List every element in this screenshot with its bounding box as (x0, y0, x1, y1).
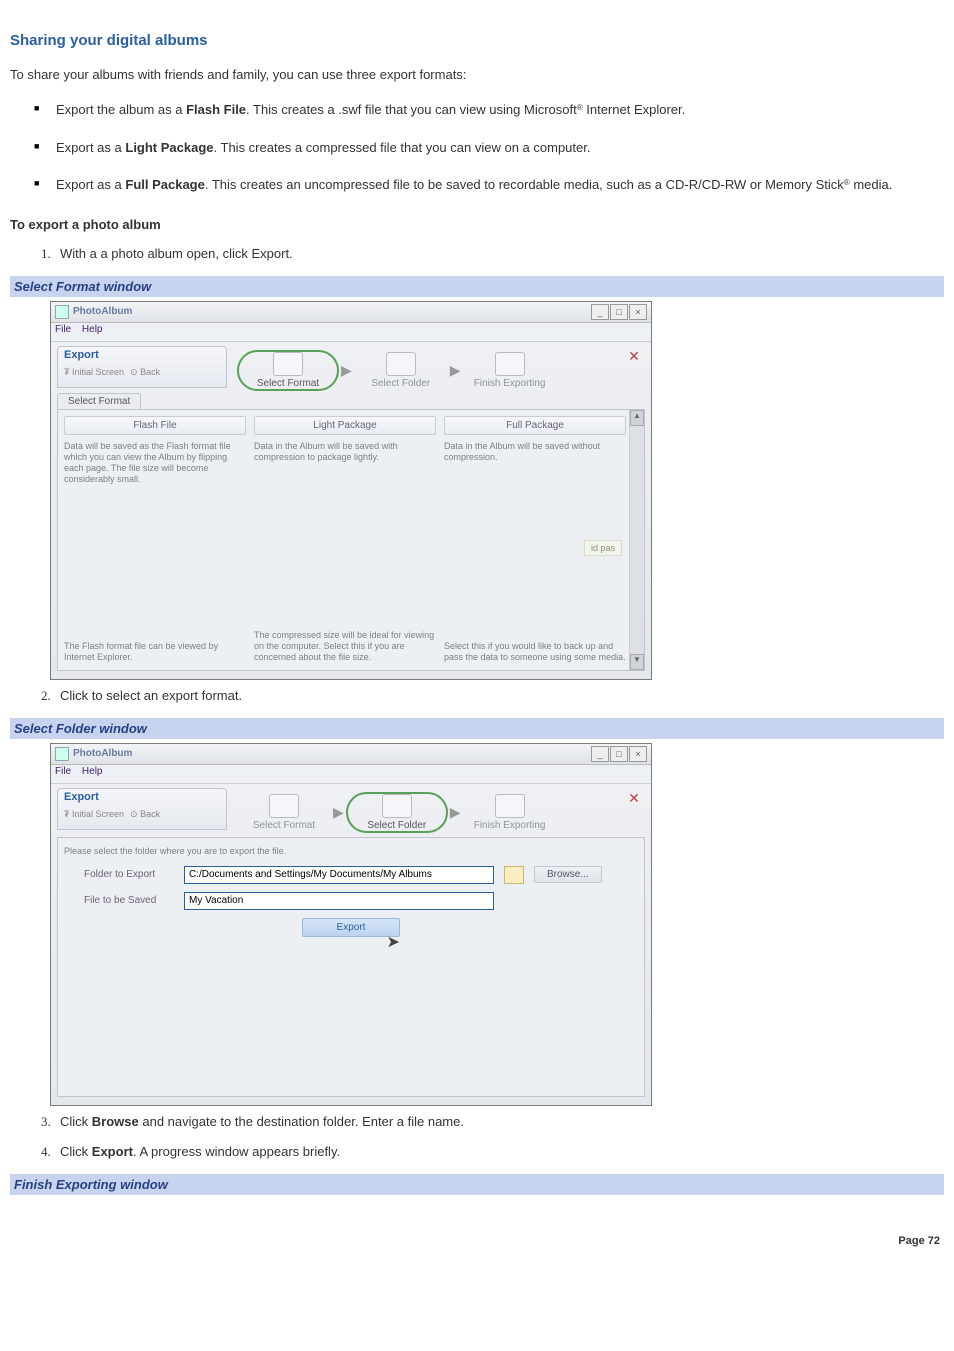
close-button[interactable]: × (629, 304, 647, 320)
menu-bar[interactable]: File Help (51, 765, 651, 784)
wizard-step-select-folder[interactable]: Select Folder (348, 794, 446, 831)
back-link[interactable]: ⊙ Back (130, 367, 160, 378)
initial-screen-link[interactable]: ₮ Initial Screen (64, 809, 124, 819)
minimize-button[interactable]: _ (591, 746, 609, 762)
scroll-up-icon[interactable]: ▲ (630, 410, 644, 426)
maximize-button[interactable]: □ (610, 746, 628, 762)
initial-screen-link[interactable]: ₮ Initial Screen (64, 367, 124, 377)
bullet-light: Export as a Light Package. This creates … (10, 138, 944, 158)
option-flash[interactable]: Flash File Data will be saved as the Fla… (64, 416, 246, 664)
scroll-down-icon[interactable]: ▼ (630, 654, 644, 670)
folder-path-input[interactable] (184, 866, 494, 884)
close-button[interactable]: × (629, 746, 647, 762)
menu-file[interactable]: File (55, 766, 71, 777)
caption-select-folder: Select Folder window (10, 718, 944, 739)
minimize-button[interactable]: _ (591, 304, 609, 320)
flash-hint: The Flash format file can be viewed by I… (64, 641, 246, 664)
select-folder-icon (386, 352, 416, 376)
wizard-close-icon[interactable]: ✕ (625, 348, 643, 366)
bullet-flash: Export the album as a Flash File. This c… (10, 100, 944, 120)
select-folder-icon (382, 794, 412, 818)
bullet-full: Export as a Full Package. This creates a… (10, 175, 944, 195)
scrollbar[interactable]: ▲ ▼ (629, 410, 644, 670)
label-file-to-save: File to be Saved (84, 895, 174, 906)
wizard-step-finish[interactable]: Finish Exporting (465, 352, 555, 389)
folder-icon (504, 866, 524, 884)
select-format-icon (273, 352, 303, 376)
wizard-step-select-folder[interactable]: Select Folder (356, 352, 446, 389)
file-name-input[interactable] (184, 892, 494, 910)
export-subheading: To export a photo album (10, 217, 944, 232)
label-folder-to-export: Folder to Export (84, 869, 174, 880)
light-desc: Data in the Album will be saved with com… (254, 441, 436, 464)
maximize-button[interactable]: □ (610, 304, 628, 320)
finish-icon (495, 794, 525, 818)
wizard-close-icon[interactable]: ✕ (625, 790, 643, 808)
full-package-button[interactable]: Full Package (444, 416, 626, 435)
flash-desc: Data will be saved as the Flash format f… (64, 441, 246, 486)
export-format-list: Export the album as a Flash File. This c… (10, 100, 944, 195)
export-tab: Export ₮ Initial Screen ⊙ Back (57, 788, 227, 830)
screenshot-select-format: PhotoAlbum _ □ × File Help Export ₮ Init… (50, 301, 944, 680)
wizard-step-select-format[interactable]: Select Format (239, 794, 329, 831)
step-4: Click Export. A progress window appears … (54, 1144, 944, 1160)
browse-button[interactable]: Browse... (534, 866, 602, 883)
window-title: PhotoAlbum (55, 747, 132, 761)
back-link[interactable]: ⊙ Back (130, 809, 160, 820)
menu-file[interactable]: File (55, 324, 71, 335)
full-hint: Select this if you would like to back up… (444, 641, 626, 664)
page-footer: Page 72 (10, 1235, 944, 1247)
step-1: With a a photo album open, click Export. (54, 246, 944, 262)
step-2: Click to select an export format. (54, 688, 944, 704)
flash-file-button[interactable]: Flash File (64, 416, 246, 435)
arrow-icon: ▶ (450, 804, 461, 821)
arrow-icon: ▶ (341, 362, 352, 379)
menu-bar[interactable]: File Help (51, 323, 651, 342)
wizard-step-select-format[interactable]: Select Format (239, 352, 337, 389)
select-format-subtab: Select Format (57, 393, 141, 409)
option-light[interactable]: Light Package Data in the Album will be … (254, 416, 436, 664)
pass-tag: id pas (584, 540, 622, 556)
window-title: PhotoAlbum (55, 305, 132, 319)
full-desc: Data in the Album will be saved without … (444, 441, 626, 464)
app-icon (55, 305, 69, 319)
cursor-icon: ➤ (386, 932, 399, 952)
select-format-icon (269, 794, 299, 818)
wizard-step-finish[interactable]: Finish Exporting (465, 794, 555, 831)
light-package-button[interactable]: Light Package (254, 416, 436, 435)
folder-instruction: Please select the folder where you are t… (64, 846, 638, 856)
caption-finish-exporting: Finish Exporting window (10, 1174, 944, 1195)
arrow-icon: ▶ (333, 804, 344, 821)
step-3: Click Browse and navigate to the destina… (54, 1114, 944, 1130)
export-tab: Export ₮ Initial Screen ⊙ Back (57, 346, 227, 388)
screenshot-select-folder: PhotoAlbum _ □ × File Help Export ₮ Init… (50, 743, 944, 1106)
page-title: Sharing your digital albums (10, 32, 944, 49)
menu-help[interactable]: Help (82, 766, 103, 777)
light-hint: The compressed size will be ideal for vi… (254, 630, 436, 664)
finish-icon (495, 352, 525, 376)
caption-select-format: Select Format window (10, 276, 944, 297)
app-icon (55, 747, 69, 761)
intro-text: To share your albums with friends and fa… (10, 67, 944, 82)
menu-help[interactable]: Help (82, 324, 103, 335)
arrow-icon: ▶ (450, 362, 461, 379)
